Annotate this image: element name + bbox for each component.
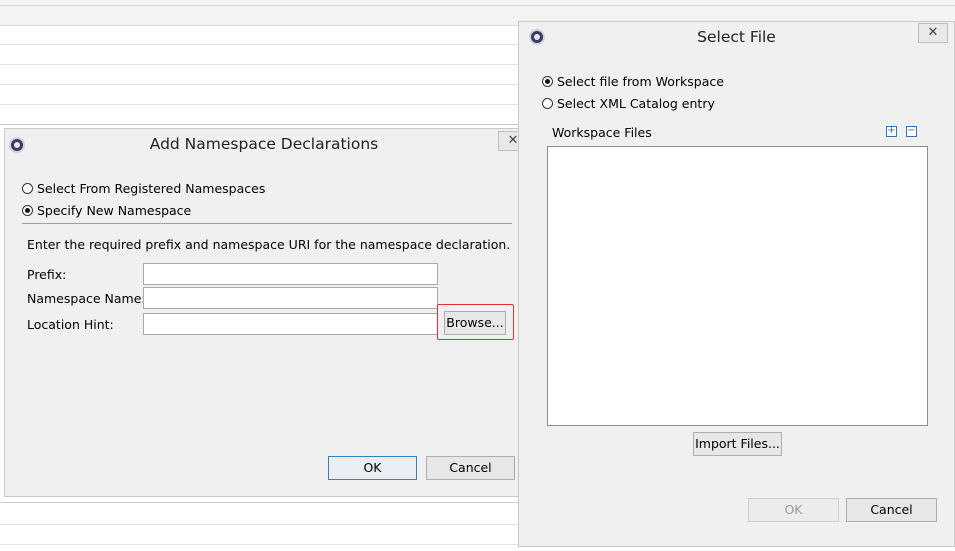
radio-specify-new-namespace[interactable]: Specify New Namespace	[22, 203, 191, 218]
radio-icon[interactable]	[542, 76, 553, 87]
browse-button[interactable]: Browse...	[444, 311, 506, 335]
background-row-line	[0, 124, 520, 125]
background-row-line	[0, 104, 520, 105]
collapse-all-icon[interactable]: −	[906, 126, 917, 137]
radio-icon[interactable]	[22, 183, 33, 194]
namespace-name-input[interactable]	[143, 287, 438, 309]
cancel-button[interactable]: Cancel	[426, 456, 515, 480]
background-divider	[0, 5, 955, 6]
radio-icon[interactable]	[542, 98, 553, 109]
background-row-line	[0, 84, 520, 85]
radio-label: Select From Registered Namespaces	[37, 181, 266, 196]
expand-all-icon[interactable]: +	[886, 126, 897, 137]
location-hint-label: Location Hint:	[27, 317, 114, 332]
add-namespace-dialog: Add Namespace Declarations ✕ Select From…	[4, 128, 528, 497]
radio-label: Select XML Catalog entry	[557, 96, 715, 111]
close-button[interactable]: ✕	[918, 23, 948, 43]
radio-label: Specify New Namespace	[37, 203, 192, 218]
ok-button: OK	[748, 498, 839, 522]
radio-icon[interactable]	[22, 205, 33, 216]
prefix-label: Prefix:	[27, 267, 67, 282]
radio-select-from-workspace[interactable]: Select file from Workspace	[542, 74, 724, 89]
select-file-dialog: Select File ✕ Select file from Workspace…	[518, 21, 955, 547]
background-row-line	[0, 44, 520, 45]
radio-label: Select file from Workspace	[557, 74, 724, 89]
ok-button[interactable]: OK	[328, 456, 417, 480]
radio-select-xml-catalog[interactable]: Select XML Catalog entry	[542, 96, 715, 111]
namespace-name-label: Namespace Name:	[27, 291, 146, 306]
radio-registered-namespaces[interactable]: Select From Registered Namespaces	[22, 181, 265, 196]
workspace-files-tree[interactable]	[547, 146, 928, 426]
import-files-button[interactable]: Import Files...	[693, 432, 782, 456]
location-hint-input[interactable]	[143, 313, 438, 335]
cancel-button[interactable]: Cancel	[846, 498, 937, 522]
dialog-title: Add Namespace Declarations	[149, 135, 379, 153]
dialog-titlebar: Add Namespace Declarations ✕	[5, 129, 528, 159]
prefix-input[interactable]	[143, 263, 438, 285]
dialog-title: Select File	[697, 28, 776, 46]
workspace-files-label: Workspace Files	[552, 125, 652, 140]
dialog-titlebar: Select File ✕	[519, 22, 954, 52]
background-row-line	[0, 64, 520, 65]
separator	[22, 223, 512, 224]
instruction-text: Enter the required prefix and namespace …	[27, 237, 511, 252]
background-table-bottom	[0, 502, 520, 551]
